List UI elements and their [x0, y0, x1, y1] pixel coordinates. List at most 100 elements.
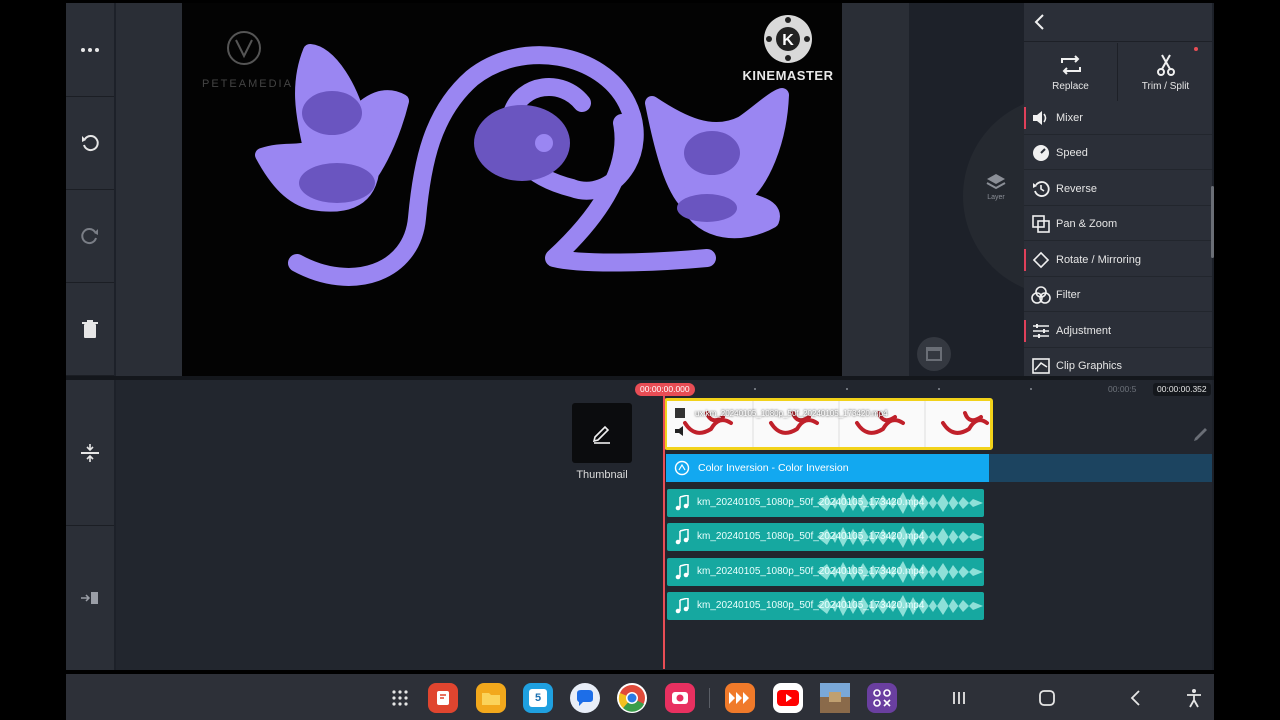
- home-icon: [1039, 690, 1055, 706]
- menu-item-speed[interactable]: Speed: [1024, 136, 1212, 170]
- audio-clip-label: km_20240105_1080p_50f_20240105_173420.mp…: [697, 600, 925, 611]
- accessibility-button[interactable]: [1179, 683, 1209, 713]
- replace-icon: [1060, 55, 1081, 75]
- audio-clip[interactable]: km_20240105_1080p_50f_20240105_173420.mp…: [667, 489, 984, 517]
- layers-icon: [986, 174, 1006, 190]
- edit-track-button[interactable]: [1193, 424, 1211, 447]
- audio-clip-label: km_20240105_1080p_50f_20240105_173420.mp…: [697, 531, 925, 542]
- video-clip-frames: [675, 401, 989, 447]
- sliders-icon: [1031, 321, 1051, 341]
- align-tracks-icon: [81, 443, 99, 462]
- layer-button[interactable]: Layer: [978, 172, 1014, 201]
- top-buttons: Replace Trim / Split: [1024, 43, 1212, 101]
- menu-item-pan-zoom[interactable]: Pan & Zoom: [1024, 207, 1212, 241]
- recent-apps-button[interactable]: [944, 683, 974, 713]
- screen-recorder-app[interactable]: [665, 683, 695, 713]
- menu-item-adjustment[interactable]: Adjustment: [1024, 314, 1212, 348]
- scissors-icon: [1156, 54, 1175, 76]
- recent-apps-icon: [953, 692, 965, 704]
- kinemaster-app-icon: [729, 692, 749, 704]
- messages-app[interactable]: [570, 683, 600, 713]
- watermark-left: PETEAMEDIA: [196, 30, 296, 100]
- accessibility-icon: [1187, 689, 1201, 708]
- speedometer-icon: [1031, 143, 1051, 163]
- replace-button[interactable]: Replace: [1024, 43, 1118, 101]
- ruler-tick: [938, 388, 940, 390]
- menu-item-mixer[interactable]: Mixer: [1024, 101, 1212, 135]
- menu-label: Mixer: [1056, 111, 1083, 124]
- more-button[interactable]: [66, 3, 114, 97]
- music-note-icon: [675, 564, 689, 580]
- back-arrow-icon: [1034, 14, 1044, 30]
- layer-label: Layer: [987, 194, 1005, 201]
- menu-item-reverse[interactable]: Reverse: [1024, 172, 1212, 206]
- effect-clip[interactable]: Color Inversion - Color Inversion: [666, 454, 989, 482]
- end-time-badge: 00:00:00.352: [1153, 383, 1211, 396]
- trim-split-button[interactable]: Trim / Split: [1119, 43, 1212, 101]
- music-note-icon: [675, 529, 689, 545]
- kinemaster-text: KINEMASTER: [742, 68, 834, 83]
- svg-text:K: K: [782, 32, 794, 49]
- undo-button[interactable]: [66, 97, 114, 190]
- menu-label: Reverse: [1056, 182, 1097, 195]
- replace-label: Replace: [1052, 81, 1089, 92]
- edit-pencil-icon: [592, 425, 610, 444]
- pencil-icon: [1194, 428, 1207, 441]
- store-button[interactable]: [917, 337, 951, 371]
- audio-clip[interactable]: km_20240105_1080p_50f_20240105_173420.mp…: [667, 592, 984, 620]
- delete-button[interactable]: [66, 283, 114, 376]
- menu-label: Clip Graphics: [1056, 360, 1123, 372]
- marker: [1024, 320, 1026, 342]
- gallery-app-icon: [820, 683, 850, 713]
- speaker-icon: [1031, 108, 1051, 128]
- gallery-app[interactable]: [820, 683, 850, 713]
- kinemaster-watermark: K KINEMASTER: [740, 14, 836, 83]
- video-clip[interactable]: ux.km_20240105_1080p_50f_20240105_173420…: [664, 398, 993, 450]
- thumbnail-label: Thumbnail: [576, 469, 628, 481]
- files-app-icon: [482, 693, 500, 705]
- panel-scrollbar[interactable]: [1211, 186, 1214, 258]
- youtube-app[interactable]: [773, 683, 803, 713]
- chrome-app[interactable]: [617, 683, 647, 713]
- ruler-tick: [754, 388, 756, 390]
- menu-label: Pan & Zoom: [1056, 217, 1118, 230]
- menu-label: Filter: [1056, 288, 1081, 301]
- audio-clip[interactable]: km_20240105_1080p_50f_20240105_173420.mp…: [667, 523, 984, 551]
- home-button[interactable]: [1032, 683, 1062, 713]
- left-toolbar: [66, 3, 114, 670]
- taskbar-divider: [709, 688, 710, 708]
- undo-icon: [82, 135, 99, 152]
- edit-panel: Replace Trim / Split Mixer Speed Reverse…: [1024, 3, 1212, 376]
- chrome-app-icon: [618, 685, 645, 712]
- calendar-app[interactable]: 5: [523, 683, 553, 713]
- messages-app-icon: [577, 690, 593, 706]
- pan-zoom-icon: [1031, 214, 1051, 234]
- align-tracks-button[interactable]: [66, 380, 114, 526]
- audio-clip-label: km_20240105_1080p_50f_20240105_173420.mp…: [697, 497, 925, 508]
- calendar-app-icon: 5: [529, 689, 547, 707]
- app-drawer-button[interactable]: [385, 683, 415, 713]
- playhead[interactable]: [663, 395, 665, 669]
- export-button[interactable]: [66, 526, 114, 670]
- watermark-left-text: PETEAMEDIA: [202, 78, 293, 90]
- rotate-icon: [1031, 250, 1051, 270]
- thumbnail-button[interactable]: [572, 403, 632, 463]
- back-button[interactable]: [1120, 683, 1150, 713]
- audio-clip[interactable]: km_20240105_1080p_50f_20240105_173420.mp…: [667, 558, 984, 586]
- notes-app-icon: [437, 691, 449, 705]
- screen-recorder-app-icon: [672, 692, 688, 704]
- menu-item-filter[interactable]: Filter: [1024, 278, 1212, 312]
- ruler-time-label: 00:00:5: [1108, 384, 1137, 394]
- clip-graphics-icon: [1031, 356, 1051, 376]
- redo-button[interactable]: [66, 190, 114, 283]
- panel-back-button[interactable]: [1024, 3, 1212, 42]
- effect-clip-label: Color Inversion - Color Inversion: [698, 462, 849, 474]
- files-app[interactable]: [476, 683, 506, 713]
- multi-app[interactable]: [867, 683, 897, 713]
- marker: [1024, 249, 1026, 271]
- back-icon: [1130, 690, 1140, 706]
- kinemaster-app[interactable]: [725, 683, 755, 713]
- menu-item-rotate-mirroring[interactable]: Rotate / Mirroring: [1024, 243, 1212, 277]
- filter-icon: [1031, 285, 1051, 305]
- notes-app[interactable]: [428, 683, 458, 713]
